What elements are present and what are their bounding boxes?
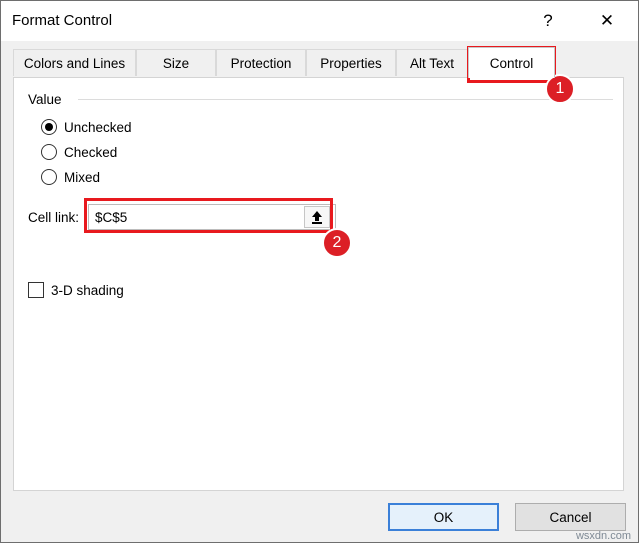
cell-link-input[interactable]: $C$5 [88, 204, 336, 230]
watermark: wsxdn.com [575, 530, 631, 542]
tab-strip: Colors and Lines Size Protection Propert… [13, 47, 625, 78]
tab-protection[interactable]: Protection [216, 49, 306, 76]
radio-checked[interactable]: Checked [41, 144, 117, 160]
radio-button[interactable] [41, 144, 57, 160]
tab-alt-text[interactable]: Alt Text [396, 49, 468, 76]
step-badge-2: 2 [322, 228, 352, 258]
format-control-dialog: Format Control ? ✕ Colors and Lines Size… [0, 0, 639, 543]
radio-mixed-label: Mixed [64, 169, 101, 185]
close-icon: ✕ [599, 11, 615, 30]
group-divider [78, 99, 613, 100]
tab-size[interactable]: Size [136, 49, 216, 76]
ok-button[interactable]: OK [388, 503, 499, 531]
tab-properties[interactable]: Properties [306, 49, 396, 76]
cancel-button[interactable]: Cancel [515, 503, 626, 531]
cell-link-value: $C$5 [95, 209, 128, 225]
radio-button[interactable] [41, 169, 57, 185]
control-tab-panel: Value Unchecked Checked Mixed Cell link:… [13, 77, 624, 491]
step-badge-1: 1 [545, 74, 575, 104]
cell-link-label: Cell link: [28, 210, 80, 225]
radio-button-selected[interactable] [41, 119, 57, 135]
radio-unchecked-label: Unchecked [64, 119, 132, 135]
value-group-label: Value [28, 92, 62, 107]
radio-checked-label: Checked [64, 144, 118, 160]
shading-checkbox-row[interactable]: 3-D shading [28, 282, 124, 298]
tab-control[interactable]: Control [468, 47, 555, 78]
radio-mixed[interactable]: Mixed [41, 169, 100, 185]
tab-colors-and-lines[interactable]: Colors and Lines [13, 49, 136, 76]
help-button[interactable]: ? [530, 7, 566, 35]
upload-arrow-icon [312, 211, 322, 224]
title-bar: Format Control ? ✕ [1, 1, 638, 41]
dialog-title: Format Control [12, 12, 113, 29]
shading-label: 3-D shading [51, 282, 124, 298]
shading-checkbox[interactable] [28, 282, 44, 298]
radio-unchecked[interactable]: Unchecked [41, 119, 132, 135]
collapse-dialog-button[interactable] [304, 206, 330, 228]
close-button[interactable]: ✕ [589, 7, 625, 35]
